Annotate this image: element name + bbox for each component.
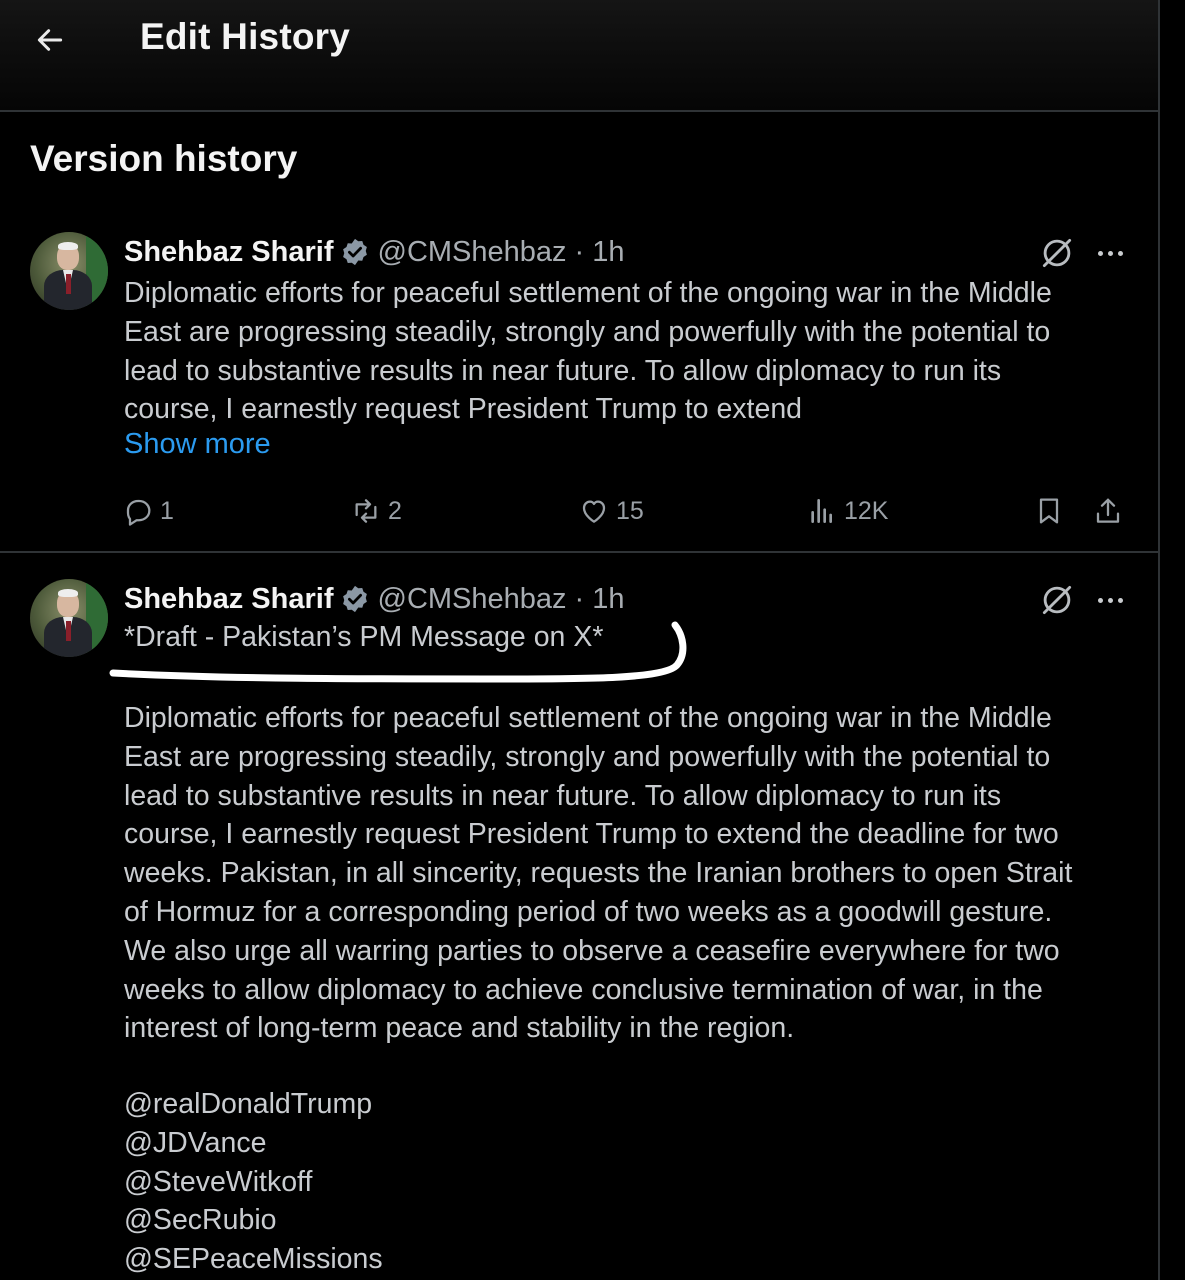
author-handle[interactable]: @CMShehbaz xyxy=(378,236,567,269)
repost-icon xyxy=(355,499,377,523)
repost-count: 2 xyxy=(388,496,402,525)
views-icon xyxy=(811,499,832,523)
mention-link[interactable]: @SecRubio xyxy=(124,1201,383,1240)
share-icon xyxy=(1096,498,1120,523)
verified-icon xyxy=(340,584,370,614)
author-handle[interactable]: @CMShehbaz xyxy=(378,583,567,616)
share-button[interactable] xyxy=(1092,490,1130,532)
tweet-text: Diplomatic efforts for peaceful settleme… xyxy=(124,277,1052,426)
avatar[interactable] xyxy=(30,579,108,657)
mention-link[interactable]: @SEPeaceMissions xyxy=(124,1240,383,1279)
author-name[interactable]: Shehbaz Sharif xyxy=(124,236,334,269)
views-count: 12K xyxy=(844,496,889,525)
bookmark-icon xyxy=(1039,498,1059,524)
edit-icon[interactable] xyxy=(1038,581,1076,619)
reply-count: 1 xyxy=(160,496,174,525)
tweet-header: Shehbaz Sharif @CMShehbaz · 1h xyxy=(124,579,624,619)
reply-button[interactable]: 1 xyxy=(122,490,174,532)
like-button[interactable]: 15 xyxy=(578,490,644,532)
mention-link[interactable]: @JDVance xyxy=(124,1124,383,1163)
tweet-header: Shehbaz Sharif @CMShehbaz · 1h xyxy=(124,232,624,272)
avatar[interactable] xyxy=(30,232,108,310)
like-count: 15 xyxy=(616,496,644,525)
more-icon[interactable] xyxy=(1090,583,1130,617)
section-title: Version history xyxy=(30,138,298,179)
back-button[interactable] xyxy=(28,18,72,62)
more-icon[interactable] xyxy=(1090,236,1130,270)
reply-icon xyxy=(126,499,151,526)
timestamp[interactable]: 1h xyxy=(592,583,624,616)
verified-icon xyxy=(340,237,370,267)
like-icon xyxy=(582,500,606,523)
edit-history-screen: Edit History Version history Shehbaz Sha… xyxy=(0,0,1185,1280)
page-title: Edit History xyxy=(140,16,351,57)
tweet-text: Diplomatic efforts for peaceful settleme… xyxy=(124,702,1073,1045)
mention-link[interactable]: @SteveWitkoff xyxy=(124,1163,383,1202)
tweet-actions: 1 2 15 12K xyxy=(0,490,1158,532)
separator-dot: · xyxy=(574,582,585,615)
mention-list: @realDonaldTrump @JDVance @SteveWitkoff … xyxy=(124,1085,383,1279)
tweet-version-current[interactable]: Shehbaz Sharif @CMShehbaz · 1h Diplomati… xyxy=(0,228,1158,553)
show-more-link[interactable]: Show more xyxy=(124,428,271,461)
edit-icon[interactable] xyxy=(1038,234,1076,272)
timestamp[interactable]: 1h xyxy=(592,236,624,269)
views-button[interactable]: 12K xyxy=(806,490,888,532)
top-bar: Edit History xyxy=(0,0,1158,112)
bookmark-button[interactable] xyxy=(1033,490,1071,532)
mention-link[interactable]: @realDonaldTrump xyxy=(124,1085,383,1124)
separator-dot: · xyxy=(574,235,585,268)
column-border xyxy=(1158,0,1160,1280)
handdrawn-underline xyxy=(109,621,687,683)
author-name[interactable]: Shehbaz Sharif xyxy=(124,583,334,616)
back-arrow-icon xyxy=(37,29,63,51)
repost-button[interactable]: 2 xyxy=(350,490,402,532)
